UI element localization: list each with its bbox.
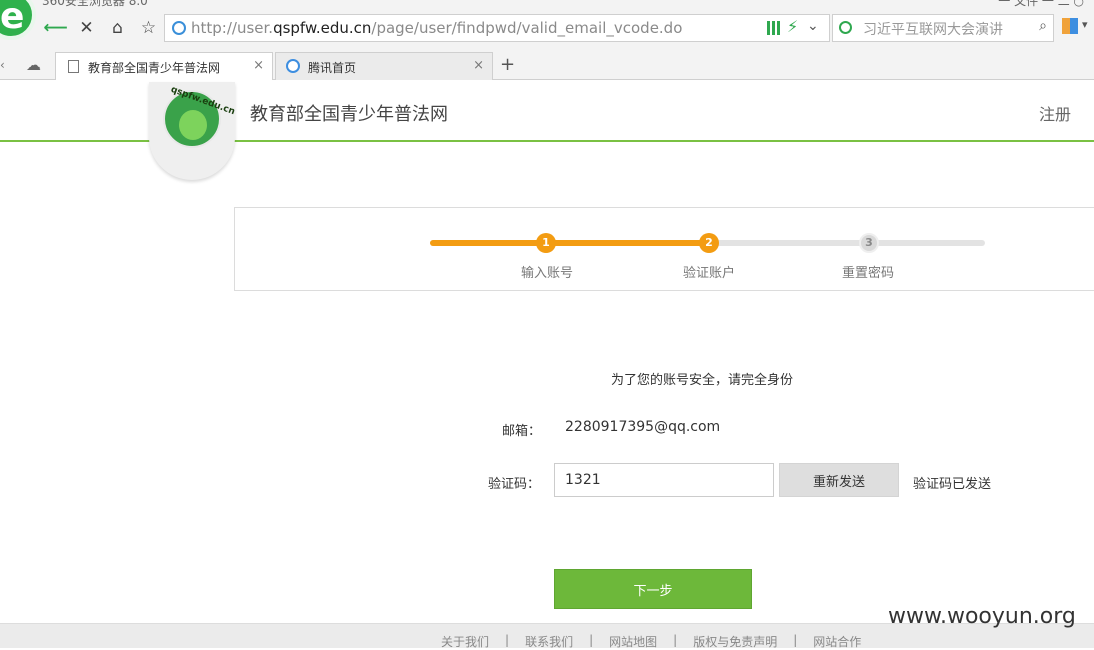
logo-badge-icon: qspfw.edu.cn <box>163 85 235 148</box>
tab-qspfw[interactable]: 教育部全国青少年普法网 × <box>55 52 273 81</box>
stop-icon[interactable]: ✕ <box>71 14 102 42</box>
browser-chrome: e 360安全浏览器 8.0 一 文件 一 二 ○ ⟵ ✕ ⌂ ☆ http:/… <box>0 0 1094 81</box>
footer-link-contact[interactable]: 联系我们 <box>525 633 573 650</box>
step-3-label: 重置密码 <box>842 266 895 281</box>
footer-link-sitemap[interactable]: 网站地图 <box>609 633 657 650</box>
url-path: /page/user/findpwd/valid_email_vcode.do <box>371 19 683 37</box>
register-link[interactable]: 注册 <box>1039 101 1071 125</box>
browser-logo-icon: e <box>0 0 36 40</box>
step-3-dot: 3 <box>859 233 879 253</box>
tab-label: 教育部全国青少年普法网 <box>88 61 221 75</box>
step-1-dot: 1 <box>536 233 556 253</box>
code-label: 验证码： <box>488 477 541 492</box>
nav-buttons: ⟵ ✕ ⌂ ☆ <box>40 14 164 42</box>
footer-links: 关于我们 | 联系我们 | 网站地图 | 版权与免责声明 | 网站合作 <box>441 633 861 650</box>
search-input[interactable]: 习近平互联网大会演讲 <box>863 19 1003 39</box>
bookmark-star-icon[interactable]: ☆ <box>133 14 164 42</box>
chevron-down-icon[interactable]: ⌄ <box>807 18 819 34</box>
home-icon[interactable]: ⌂ <box>102 14 133 42</box>
footer-separator: | <box>505 633 510 647</box>
window-controls[interactable]: 一 文件 一 二 ○ <box>998 0 1084 9</box>
search-engine-icon[interactable] <box>839 21 852 34</box>
url-prefix: http://user. <box>191 19 274 37</box>
step-1-label: 输入账号 <box>521 266 574 281</box>
verification-code-input[interactable] <box>554 463 774 497</box>
cloud-icon[interactable]: ☁ <box>26 56 41 74</box>
footer-separator: | <box>673 633 678 647</box>
speed-mode-icon[interactable]: ⚡ <box>787 17 798 36</box>
step-2-label: 验证账户 <box>683 266 736 281</box>
email-label: 邮箱： <box>502 424 542 439</box>
step-2-dot: 2 <box>699 233 719 253</box>
close-icon[interactable]: × <box>473 58 484 73</box>
site-name: 教育部全国青少年普法网 <box>250 104 448 125</box>
progress-fill <box>430 240 708 246</box>
apps-grid-icon[interactable] <box>1062 18 1078 34</box>
address-bar[interactable]: http://user.qspfw.edu.cn/page/user/findp… <box>164 14 830 42</box>
code-sent-status: 验证码已发送 <box>913 477 992 492</box>
email-value: 2280917395@qq.com <box>565 419 721 435</box>
logo-text: qspfw.edu.cn <box>169 84 235 118</box>
search-icon[interactable]: ⌕ <box>1039 18 1047 34</box>
search-bar[interactable]: 习近平互联网大会演讲 ⌕ <box>832 14 1054 42</box>
next-step-button[interactable]: 下一步 <box>554 569 752 609</box>
mascot-icon <box>179 110 207 140</box>
url-text[interactable]: http://user.qspfw.edu.cn/page/user/findp… <box>191 19 682 37</box>
tencent-icon <box>286 59 300 73</box>
resend-button[interactable]: 重新发送 <box>779 463 899 497</box>
watermark: www.wooyun.org <box>888 604 1076 629</box>
footer-link-partner[interactable]: 网站合作 <box>813 633 861 650</box>
steps-panel <box>234 207 1094 291</box>
footer-separator: | <box>589 633 594 647</box>
new-tab-button[interactable]: + <box>500 54 515 75</box>
browser-title: 360安全浏览器 8.0 <box>42 0 148 8</box>
page-icon <box>68 60 79 73</box>
tab-bar: ‹ ☁ 教育部全国青少年普法网 × 腾讯首页 × + <box>0 52 1094 81</box>
footer-link-copyright[interactable]: 版权与免责声明 <box>693 633 777 650</box>
close-icon[interactable]: × <box>253 58 264 73</box>
tab-bar-left-arrow-icon[interactable]: ‹ <box>0 58 5 72</box>
site-globe-icon <box>172 21 186 35</box>
back-arrow-icon[interactable]: ⟵ <box>40 14 71 42</box>
footer-separator: | <box>793 633 798 647</box>
qr-code-icon[interactable] <box>767 21 781 35</box>
site-logo[interactable]: qspfw.edu.cn <box>149 82 235 180</box>
footer-link-about[interactable]: 关于我们 <box>441 633 489 650</box>
url-domain: qspfw.edu.cn <box>273 19 372 37</box>
tab-tencent[interactable]: 腾讯首页 × <box>275 52 493 80</box>
verify-prompt: 为了您的账号安全，请完全身份 <box>611 373 794 388</box>
tab-label: 腾讯首页 <box>308 61 357 75</box>
apps-dropdown-icon[interactable]: ▾ <box>1082 18 1088 31</box>
